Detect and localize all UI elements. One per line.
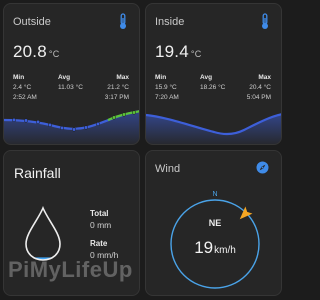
inside-stats: Min 15.9 °C 7:20 AM Avg 18.26 °C Max 20.…	[146, 73, 281, 107]
outside-max-stat: Max 21.2 °C 3:17 PM	[104, 74, 129, 101]
wind-direction-arrow	[239, 206, 253, 220]
wind-speed: 19km/h	[194, 238, 236, 257]
outside-title: Outside	[13, 16, 51, 28]
outside-min-stat: Min 2.4 °C 2:52 AM	[13, 74, 37, 101]
wind-title: Wind	[155, 163, 181, 175]
raindrop-icon	[25, 206, 61, 261]
watermark-logo: PiMyLifeUp	[8, 257, 133, 282]
wind-direction: NE	[209, 218, 222, 228]
compass-north-label: N	[212, 191, 217, 198]
outside-temperature-card[interactable]: Outside 20.8 °C Min 2.4 °C 2:52 AM Avg 11…	[3, 3, 140, 145]
wind-speed-value: 19	[194, 238, 213, 257]
thermometer-icon	[120, 13, 126, 29]
rainfall-total-value: 0 mm	[90, 220, 112, 230]
outside-temperature-graph	[4, 110, 139, 144]
thermometer-icon	[262, 13, 268, 29]
inside-avg-stat: Avg 18.26 °C	[200, 74, 226, 91]
outside-avg-stat: Avg 11.03 °C	[58, 74, 83, 91]
inside-min-stat: Min 15.9 °C 7:20 AM	[155, 74, 179, 101]
rainfall-rate-label: Rate	[90, 239, 108, 248]
rainfall-title: Rainfall	[14, 165, 61, 181]
inside-max-stat: Max 20.4 °C 5:04 PM	[246, 74, 271, 101]
compass-icon[interactable]	[256, 161, 269, 174]
wind-speed-unit: km/h	[214, 245, 236, 256]
inside-temperature-card[interactable]: Inside 19.4 °C Min 15.9 °C 7:20 AM Avg 18…	[145, 3, 282, 145]
wind-card[interactable]: Wind N NE 19km/h	[145, 150, 282, 296]
inside-temperature-value: 19.4 °C	[155, 42, 202, 61]
rainfall-total-label: Total	[90, 209, 109, 218]
outside-temperature-value: 20.8 °C	[13, 42, 60, 61]
inside-title: Inside	[155, 16, 185, 28]
wind-compass-dial: N NE 19km/h	[170, 191, 260, 289]
outside-stats: Min 2.4 °C 2:52 AM Avg 11.03 °C Max 21.2…	[4, 73, 139, 107]
inside-temperature-graph	[146, 113, 281, 144]
